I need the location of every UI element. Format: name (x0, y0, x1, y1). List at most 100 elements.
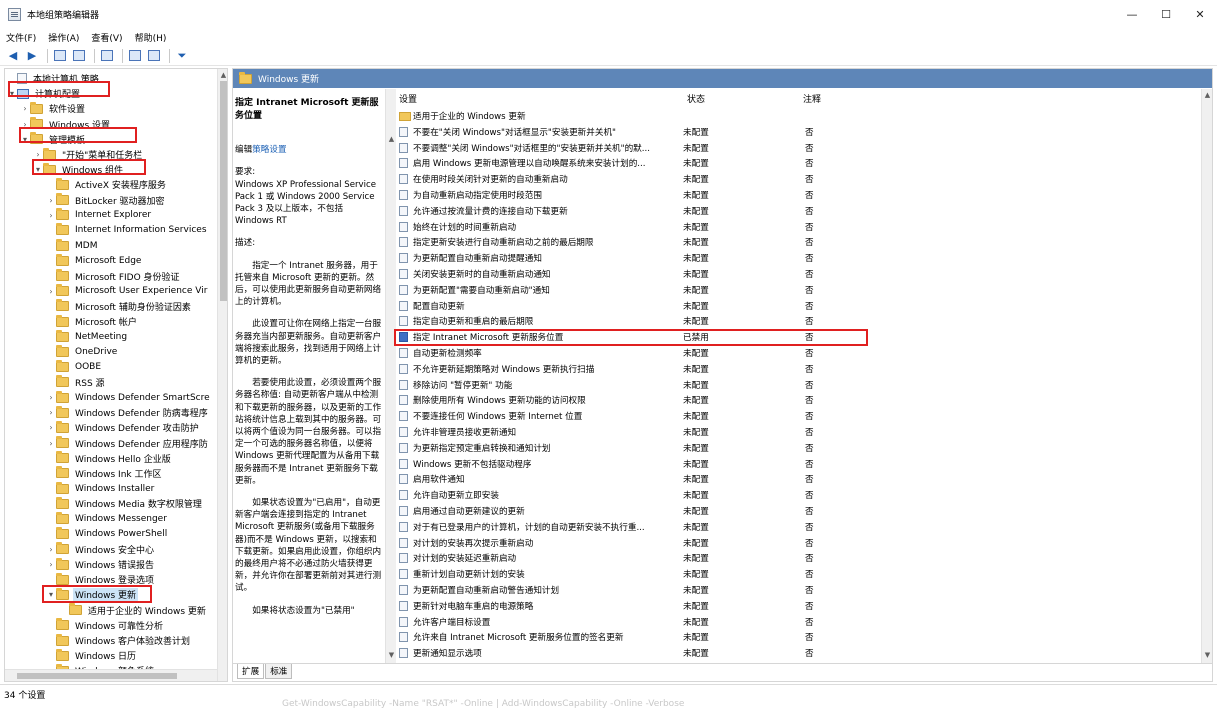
minimize-button[interactable]: — (1115, 0, 1149, 28)
setting-row[interactable]: 启用软件通知 未配置 否 (395, 471, 1195, 487)
tree-item[interactable]: ActiveX 安装程序服务 (5, 177, 217, 192)
setting-row[interactable]: 指定更新安装进行自动重新启动之前的最后期限 未配置 否 (395, 234, 1195, 250)
properties-icon[interactable] (146, 48, 162, 64)
tree-item[interactable]: Windows Messenger (5, 511, 217, 526)
chevron-right-icon[interactable]: › (46, 211, 56, 220)
setting-row[interactable]: 对计划的安装再次提示重新启动 未配置 否 (395, 535, 1195, 551)
tree-item[interactable]: Windows Ink 工作区 (5, 466, 217, 481)
tree-item[interactable]: Microsoft Edge (5, 253, 217, 268)
setting-row[interactable]: 在使用时段关闭针对更新的自动重新启动 未配置 否 (395, 171, 1195, 187)
tree-item[interactable]: › "开始"菜单和任务栏 (5, 147, 217, 162)
setting-row[interactable]: 不要调整"关闭 Windows"对话框里的"安装更新并关机"的默... 未配置 否 (395, 140, 1195, 156)
tab-extended[interactable]: 扩展 (237, 664, 265, 679)
menu-file[interactable]: 文件(F) (6, 31, 36, 44)
chevron-right-icon[interactable]: › (33, 150, 43, 159)
setting-row[interactable]: 启用通过自动更新建议的更新 未配置 否 (395, 503, 1195, 519)
tree-item[interactable]: Internet Information Services (5, 223, 217, 238)
setting-row[interactable]: 启用 Windows 更新电源管理以自动唤醒系统来安装计划的... 未配置 否 (395, 155, 1195, 171)
setting-row[interactable]: 为更新指定预定重启转换和通知计划 未配置 否 (395, 440, 1195, 456)
tree-item[interactable]: › BitLocker 驱动器加密 (5, 193, 217, 208)
column-header-status[interactable]: 状态 (687, 92, 705, 105)
tree-item[interactable]: RSS 源 (5, 375, 217, 390)
maximize-button[interactable]: ☐ (1149, 0, 1183, 28)
tree-item[interactable]: › Windows Defender 攻击防护 (5, 420, 217, 435)
up-folder-icon[interactable] (52, 48, 68, 64)
help-icon[interactable] (127, 48, 143, 64)
show-tree-icon[interactable] (71, 48, 87, 64)
tree-item[interactable]: › Internet Explorer (5, 208, 217, 223)
forward-arrow-icon[interactable]: ▶ (24, 48, 40, 64)
column-header-setting[interactable]: 设置 (399, 92, 417, 105)
tree-item[interactable]: › Windows 错误报告 (5, 557, 217, 572)
chevron-right-icon[interactable]: › (20, 104, 30, 113)
close-button[interactable]: ✕ (1183, 0, 1217, 28)
setting-row[interactable]: 更新通知显示选项 未配置 否 (395, 645, 1195, 661)
chevron-down-icon[interactable]: ▾ (20, 135, 30, 144)
tree-item[interactable]: NetMeeting (5, 329, 217, 344)
menu-view[interactable]: 查看(V) (91, 31, 122, 44)
chevron-right-icon[interactable]: › (20, 120, 30, 129)
chevron-right-icon[interactable]: › (46, 545, 56, 554)
setting-row[interactable]: 关闭安装更新时的自动重新启动通知 未配置 否 (395, 266, 1195, 282)
tree-item[interactable]: 本地计算机 策略 (5, 71, 217, 86)
scroll-down-icon[interactable]: ▼ (1202, 651, 1212, 659)
tree-item[interactable]: › Windows Defender 应用程序防 (5, 436, 217, 451)
setting-row[interactable]: 配置自动更新 未配置 否 (395, 298, 1195, 314)
chevron-right-icon[interactable]: › (46, 408, 56, 417)
chevron-down-icon[interactable]: ▾ (7, 89, 17, 98)
tree-item[interactable]: Windows 客户体验改善计划 (5, 633, 217, 648)
setting-row[interactable]: 不允许更新延期策略对 Windows 更新执行扫描 未配置 否 (395, 361, 1195, 377)
tree-item[interactable]: 适用于企业的 Windows 更新 (5, 603, 217, 618)
setting-row[interactable]: 不要在"关闭 Windows"对话框显示"安装更新并关机" 未配置 否 (395, 124, 1195, 140)
tree-item[interactable]: › Windows Defender 防病毒程序 (5, 405, 217, 420)
setting-row[interactable]: 更新针对电脑车重启的电源策略 未配置 否 (395, 598, 1195, 614)
setting-row[interactable]: 为更新配置"需要自动重新启动"通知 未配置 否 (395, 282, 1195, 298)
setting-row[interactable]: 为更新配置自动重新启动提醒通知 未配置 否 (395, 250, 1195, 266)
scroll-up-icon[interactable]: ▲ (1202, 91, 1212, 99)
tree-item[interactable]: › Microsoft User Experience Vir (5, 284, 217, 299)
settings-scrollbar[interactable]: ▲ ▼ (1201, 89, 1212, 665)
setting-row[interactable]: 始终在计划的时间重新启动 未配置 否 (395, 219, 1195, 235)
tree-item[interactable]: ▾ 管理模板 (5, 132, 217, 147)
tree-item[interactable]: MDM (5, 238, 217, 253)
chevron-right-icon[interactable]: › (46, 423, 56, 432)
tree-item[interactable]: › 软件设置 (5, 101, 217, 116)
tree-item[interactable]: OneDrive (5, 344, 217, 359)
policy-settings-link[interactable]: 策略设置 (252, 145, 286, 155)
tree-item[interactable]: OOBE (5, 360, 217, 375)
column-header-comment[interactable]: 注释 (803, 92, 821, 105)
tree-item[interactable]: Windows Media 数字权限管理 (5, 496, 217, 511)
setting-row[interactable]: 自动更新检测频率 未配置 否 (395, 345, 1195, 361)
tree-item[interactable]: Windows Installer (5, 481, 217, 496)
tree-item[interactable]: ▾ 计算机配置 (5, 86, 217, 101)
tree-vertical-scrollbar[interactable]: ▲ (217, 69, 227, 681)
setting-row[interactable]: 删除使用所有 Windows 更新功能的访问权限 未配置 否 (395, 392, 1195, 408)
setting-row[interactable]: 对计划的安装延迟重新启动 未配置 否 (395, 550, 1195, 566)
setting-row[interactable]: 允许来自 Intranet Microsoft 更新服务位置的签名更新 未配置 否 (395, 629, 1195, 645)
setting-row[interactable]: 允许客户端目标设置 未配置 否 (395, 614, 1195, 630)
setting-row[interactable]: 重新计划自动更新计划的安装 未配置 否 (395, 566, 1195, 582)
setting-row[interactable]: 不要连接任何 Windows 更新 Internet 位置 未配置 否 (395, 408, 1195, 424)
menu-help[interactable]: 帮助(H) (135, 31, 167, 44)
chevron-right-icon[interactable]: › (46, 560, 56, 569)
tree-item[interactable]: › Windows 设置 (5, 117, 217, 132)
tree-item[interactable]: Windows 日历 (5, 648, 217, 663)
setting-row[interactable]: 允许通过按流量计费的连接自动下载更新 未配置 否 (395, 203, 1195, 219)
tree-item[interactable]: Microsoft 帐户 (5, 314, 217, 329)
tree-item[interactable]: Windows Hello 企业版 (5, 451, 217, 466)
tree-item[interactable]: Microsoft 辅助身份验证因素 (5, 299, 217, 314)
setting-row[interactable]: 指定自动更新和重启的最后期限 未配置 否 (395, 313, 1195, 329)
setting-row[interactable]: 适用于企业的 Windows 更新 (395, 108, 1195, 124)
setting-row[interactable]: 指定 Intranet Microsoft 更新服务位置 已禁用 否 (395, 329, 1195, 345)
tree-item[interactable]: › Windows Defender SmartScre (5, 390, 217, 405)
export-list-icon[interactable] (99, 48, 115, 64)
setting-row[interactable]: 为更新配置自动重新启动警告通知计划 未配置 否 (395, 582, 1195, 598)
tab-standard[interactable]: 标准 (265, 664, 293, 679)
chevron-down-icon[interactable]: ▾ (33, 165, 43, 174)
tree-hscroll-thumb[interactable] (17, 673, 177, 679)
tree-item[interactable]: ▾ Windows 组件 (5, 162, 217, 177)
setting-row[interactable]: 允许自动更新立即安装 未配置 否 (395, 487, 1195, 503)
setting-row[interactable]: 对于有已登录用户的计算机，计划的自动更新安装不执行重... 未配置 否 (395, 519, 1195, 535)
filter-icon[interactable]: ⏷ (174, 48, 190, 64)
tree-item[interactable]: Windows 可靠性分析 (5, 618, 217, 633)
